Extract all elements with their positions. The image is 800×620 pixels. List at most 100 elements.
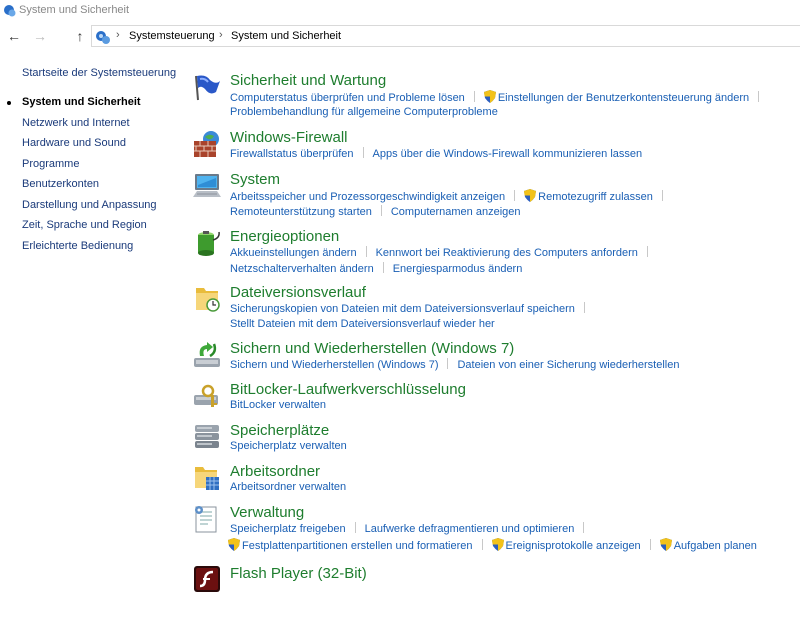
sidebar-item-zeit-sprache[interactable]: Zeit, Sprache und Region bbox=[22, 219, 147, 231]
link-row: Festplattenpartitionen erstellen und for… bbox=[228, 538, 757, 552]
category-title[interactable]: Energieoptionen bbox=[230, 228, 339, 245]
link-row: Firewallstatus überprüfen Apps über die W… bbox=[230, 147, 642, 160]
divider bbox=[447, 358, 449, 369]
breadcrumb-item-system-und-sicherheit[interactable]: System und Sicherheit bbox=[231, 30, 341, 42]
divider bbox=[473, 91, 475, 102]
link-festplattenpartitionen[interactable]: Festplattenpartitionen erstellen und for… bbox=[228, 538, 473, 552]
link-label: Einstellungen der Benutzerkontensteuerun… bbox=[497, 92, 750, 104]
link-row: Stellt Dateien mit dem Dateiversionsverl… bbox=[230, 318, 495, 330]
link-aufgaben-planen[interactable]: Aufgaben planen bbox=[659, 538, 757, 552]
divider bbox=[380, 205, 382, 216]
link-row: Speicherplatz freigeben Laufwerke defragm… bbox=[230, 522, 593, 535]
sidebar-item-programme[interactable]: Programme bbox=[22, 158, 79, 170]
control-panel-icon bbox=[4, 5, 16, 17]
link-row: Speicherplatz verwalten bbox=[230, 440, 347, 452]
divider bbox=[646, 246, 648, 257]
link-problembehandlung[interactable]: Problembehandlung für allgemeine Compute… bbox=[230, 106, 498, 118]
breadcrumb[interactable]: › Systemsteuerung › System und Sicherhei… bbox=[91, 25, 800, 47]
divider bbox=[661, 190, 663, 201]
category-title[interactable]: Windows-Firewall bbox=[230, 129, 348, 146]
link-speicherplatz-verwalten[interactable]: Speicherplatz verwalten bbox=[230, 440, 347, 452]
divider bbox=[583, 302, 585, 313]
link-bitlocker-verwalten[interactable]: BitLocker verwalten bbox=[230, 399, 326, 411]
breadcrumb-chevron-icon: › bbox=[116, 29, 120, 41]
forward-arrow-icon[interactable]: → bbox=[30, 26, 50, 46]
link-row: Arbeitsordner verwalten bbox=[230, 481, 346, 493]
uac-shield-icon bbox=[491, 538, 504, 551]
category-title[interactable]: Verwaltung bbox=[230, 504, 304, 521]
sidebar-item-hardware[interactable]: Hardware und Sound bbox=[22, 137, 126, 149]
link-kennwort-reaktivierung[interactable]: Kennwort bei Reaktivierung des Computers… bbox=[376, 247, 638, 259]
link-arbeitsspeicher[interactable]: Arbeitsspeicher und Prozessorgeschwindig… bbox=[230, 191, 505, 203]
divider bbox=[649, 539, 651, 550]
category-title[interactable]: Sichern und Wiederherstellen (Windows 7) bbox=[230, 340, 514, 357]
control-panel-icon bbox=[96, 31, 110, 44]
link-row: BitLocker verwalten bbox=[230, 399, 326, 411]
uac-shield-icon bbox=[483, 90, 496, 103]
link-dateien-aus-sicherung[interactable]: Dateien von einer Sicherung wiederherste… bbox=[457, 359, 679, 371]
file-history-icon bbox=[196, 288, 220, 312]
title-bar: System und Sicherheit bbox=[0, 0, 800, 22]
current-item-bullet bbox=[7, 101, 11, 105]
back-arrow-icon[interactable]: ← bbox=[4, 26, 24, 46]
category-title[interactable]: Speicherplätze bbox=[230, 422, 329, 439]
battery-icon bbox=[198, 231, 220, 256]
link-remoteunterstuetzung[interactable]: Remoteunterstützung starten bbox=[230, 206, 372, 218]
category-title[interactable]: Dateiversionsverlauf bbox=[230, 284, 366, 301]
divider bbox=[481, 539, 483, 550]
uac-shield-icon bbox=[524, 189, 537, 202]
link-sichern-wiederherstellen[interactable]: Sichern und Wiederherstellen (Windows 7) bbox=[230, 359, 438, 371]
administrative-tools-icon bbox=[195, 506, 217, 533]
flag-icon bbox=[195, 75, 220, 101]
sidebar-item-benutzerkonten[interactable]: Benutzerkonten bbox=[22, 178, 99, 190]
storage-spaces-icon bbox=[195, 425, 219, 448]
link-row: Remoteunterstützung starten Computernamen… bbox=[230, 205, 521, 218]
link-apps-firewall[interactable]: Apps über die Windows-Firewall kommunizi… bbox=[373, 148, 643, 160]
backup-restore-icon bbox=[194, 342, 220, 367]
link-computernamen[interactable]: Computernamen anzeigen bbox=[391, 206, 521, 218]
link-label: Ereignisprotokolle anzeigen bbox=[505, 540, 641, 552]
category-title[interactable]: System bbox=[230, 171, 280, 188]
category-title[interactable]: BitLocker-Laufwerkverschlüsselung bbox=[230, 381, 466, 398]
link-akkueinstellungen[interactable]: Akkueinstellungen ändern bbox=[230, 247, 357, 259]
link-arbeitsordner-verwalten[interactable]: Arbeitsordner verwalten bbox=[230, 481, 346, 493]
sidebar-item-erleichterte-bedienung[interactable]: Erleichterte Bedienung bbox=[22, 240, 133, 252]
link-speicherplatz-freigeben[interactable]: Speicherplatz freigeben bbox=[230, 523, 346, 535]
divider bbox=[758, 91, 760, 102]
sidebar-item-darstellung[interactable]: Darstellung und Anpassung bbox=[22, 199, 157, 211]
category-title[interactable]: Flash Player (32-Bit) bbox=[230, 565, 367, 582]
uac-shield-icon bbox=[228, 538, 240, 551]
link-label: Festplattenpartitionen erstellen und for… bbox=[242, 540, 473, 552]
link-netzschalterverhalten[interactable]: Netzschalterverhalten ändern bbox=[230, 263, 374, 275]
link-label: Remotezugriff zulassen bbox=[538, 191, 653, 203]
link-ereignisprotokolle[interactable]: Ereignisprotokolle anzeigen bbox=[491, 538, 641, 552]
divider bbox=[354, 522, 356, 533]
work-folders-icon bbox=[195, 467, 219, 490]
breadcrumb-item-systemsteuerung[interactable]: Systemsteuerung bbox=[129, 30, 215, 42]
category-title[interactable]: Sicherheit und Wartung bbox=[230, 72, 386, 89]
up-arrow-icon[interactable]: ↑ bbox=[70, 26, 90, 46]
link-benutzerkontensteuerung[interactable]: Einstellungen der Benutzerkontensteuerun… bbox=[483, 90, 750, 104]
link-sicherungskopien[interactable]: Sicherungskopien von Dateien mit dem Dat… bbox=[230, 303, 575, 315]
link-remotezugriff[interactable]: Remotezugriff zulassen bbox=[524, 189, 653, 203]
link-row: Arbeitsspeicher und Prozessorgeschwindig… bbox=[230, 189, 672, 203]
breadcrumb-chevron-icon: › bbox=[219, 29, 223, 41]
divider bbox=[362, 147, 364, 158]
flash-player-icon bbox=[194, 566, 220, 592]
link-laufwerke-defragmentieren[interactable]: Laufwerke defragmentieren und optimieren bbox=[365, 523, 575, 535]
category-title[interactable]: Arbeitsordner bbox=[230, 463, 320, 480]
firewall-icon bbox=[194, 131, 219, 157]
link-energiesparmodus[interactable]: Energiesparmodus ändern bbox=[393, 263, 523, 275]
link-computerstatus[interactable]: Computerstatus überprüfen und Probleme l… bbox=[230, 92, 465, 104]
link-firewallstatus[interactable]: Firewallstatus überprüfen bbox=[230, 148, 354, 160]
link-row: Problembehandlung für allgemeine Compute… bbox=[230, 106, 498, 118]
link-row: Sicherungskopien von Dateien mit dem Dat… bbox=[230, 302, 594, 315]
sidebar-item-startseite[interactable]: Startseite der Systemsteuerung bbox=[22, 67, 176, 79]
link-row: Computerstatus überprüfen und Probleme l… bbox=[230, 90, 768, 104]
sidebar-item-netzwerk[interactable]: Netzwerk und Internet bbox=[22, 117, 130, 129]
link-row: Sichern und Wiederherstellen (Windows 7)… bbox=[230, 358, 679, 371]
link-row: Netzschalterverhalten ändern Energiesparm… bbox=[230, 262, 522, 275]
link-label: Aufgaben planen bbox=[673, 540, 757, 552]
uac-shield-icon bbox=[659, 538, 672, 551]
link-dateien-wiederherstellen[interactable]: Stellt Dateien mit dem Dateiversionsverl… bbox=[230, 318, 495, 330]
